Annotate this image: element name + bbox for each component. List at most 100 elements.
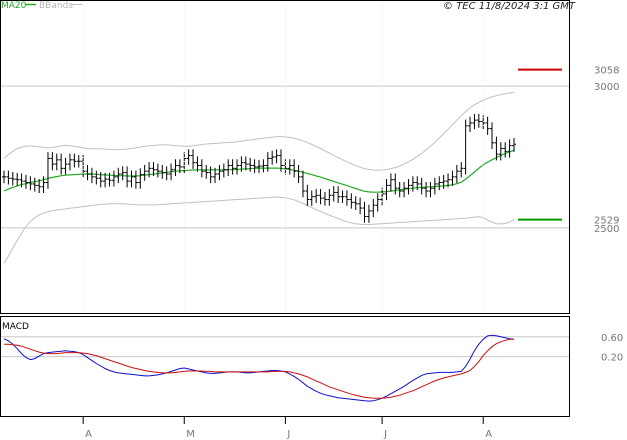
ohlc-bar: [437, 176, 442, 191]
legend-bb-label: BBands: [39, 1, 73, 11]
macd-line: [3, 334, 515, 402]
ohlc-bar: [450, 170, 455, 186]
legend-ma-label: MA20: [1, 1, 27, 11]
price-bars: [2, 113, 516, 223]
ohlc-bar: [10, 172, 15, 186]
bb-upper-line: [3, 91, 515, 171]
ohlc-bar: [424, 181, 429, 198]
ohlc-bar: [133, 170, 138, 189]
ohlc-bar: [336, 186, 341, 203]
ohlc-bar: [261, 159, 266, 173]
ohlc-bar: [375, 193, 380, 212]
ohlc-bar: [173, 159, 178, 177]
legend: MA20 BBands: [1, 1, 82, 11]
ohlc-bar: [388, 173, 393, 192]
ohlc-bar: [270, 150, 275, 165]
ohlc-bar: [384, 179, 389, 201]
ohlc-bar: [191, 149, 196, 169]
x-tick-label: A: [485, 429, 492, 440]
ohlc-bar: [331, 186, 336, 202]
ohlc-bar: [235, 159, 240, 175]
ohlc-bar: [476, 113, 481, 128]
ohlc-bar: [322, 191, 327, 206]
ohlc-bar: [485, 116, 490, 135]
ohlc-bar: [366, 204, 371, 223]
ohlc-bar: [164, 166, 169, 181]
ohlc-bar: [6, 170, 11, 185]
ohlc-bar: [155, 163, 160, 178]
ohlc-bar: [463, 119, 468, 175]
ohlc-bar: [507, 139, 512, 158]
ohlc-bar: [490, 122, 495, 150]
bb-lower-line: [3, 196, 515, 264]
ohlc-bar: [512, 137, 516, 152]
ohlc-bar: [204, 164, 209, 179]
ohlc-bar: [142, 164, 147, 181]
ohlc-bar: [287, 159, 292, 175]
ohlc-bar: [230, 159, 235, 175]
resistance-level-label: 3058: [594, 66, 619, 77]
x-tick-label: M: [186, 429, 195, 440]
ohlc-bar: [67, 153, 72, 171]
macd-tick-label: 0.20: [601, 353, 623, 364]
ohlc-bar: [454, 164, 459, 184]
chart-canvas: 300025000.600.20 30582529 AMJJA MA20 BBa…: [0, 0, 623, 440]
ohlc-bar: [50, 152, 55, 171]
ohlc-bar: [45, 152, 50, 189]
ohlc-bar: [252, 159, 257, 174]
macd-panel-frame: [0, 316, 570, 417]
ohlc-bar: [89, 167, 94, 184]
ohlc-bar: [358, 197, 363, 215]
ohlc-bar: [32, 177, 37, 192]
support-level-label: 2529: [594, 216, 619, 227]
price-tick-label: 3000: [594, 82, 619, 93]
bollinger-bands: [3, 91, 515, 264]
timestamp-stamp: © TEC 11/8/2024 3:1 GMT: [443, 1, 576, 12]
ohlc-bar: [305, 184, 310, 206]
ohlc-bar: [428, 181, 433, 198]
ohlc-bar: [410, 176, 415, 192]
ohlc-bar: [340, 190, 345, 203]
ohlc-bar: [23, 174, 28, 189]
ohlc-bar: [327, 189, 332, 206]
ohlc-bar: [265, 152, 270, 172]
ohlc-bar: [76, 155, 81, 168]
ohlc-bar: [441, 174, 446, 189]
ohlc-bar: [498, 142, 503, 161]
ohlc-bar: [111, 170, 116, 187]
ohlc-bar: [344, 190, 349, 206]
ohlc-bar: [362, 201, 367, 223]
ohlc-bar: [186, 149, 191, 165]
ohlc-bar: [85, 164, 90, 181]
ohlc-bar: [257, 159, 261, 174]
ohlc-bar: [15, 172, 20, 186]
ohlc-bar: [349, 193, 354, 209]
ohlc-bar: [472, 113, 477, 130]
ohlc-bar: [503, 142, 508, 158]
x-tick-label: A: [85, 429, 92, 440]
ohlc-bar: [94, 170, 99, 185]
ohlc-bar: [54, 153, 59, 171]
x-tick-label: J: [383, 429, 387, 440]
ohlc-bar: [309, 190, 314, 206]
ohlc-bar: [221, 163, 226, 178]
ohlc-bar: [2, 170, 6, 184]
ohlc-bar: [318, 189, 323, 205]
ohlc-bar: [63, 157, 68, 175]
ohlc-bar: [72, 153, 77, 168]
ohlc-bar: [380, 187, 385, 206]
ohlc-bar: [120, 166, 125, 181]
macd-tick-label: 0.60: [601, 333, 623, 344]
ohlc-bar: [248, 157, 253, 172]
ohlc-bar: [138, 168, 143, 189]
ohlc-bar: [217, 164, 222, 181]
ohlc-bar: [274, 149, 279, 164]
macd-lines: [3, 334, 515, 402]
ohlc-bar: [226, 159, 231, 177]
ohlc-bar: [393, 173, 398, 195]
ohlc-bar: [129, 170, 134, 188]
macd-title: MACD: [2, 322, 29, 332]
ohlc-bar: [406, 179, 411, 195]
signal-line: [4, 338, 514, 399]
ohlc-bar: [199, 159, 204, 178]
